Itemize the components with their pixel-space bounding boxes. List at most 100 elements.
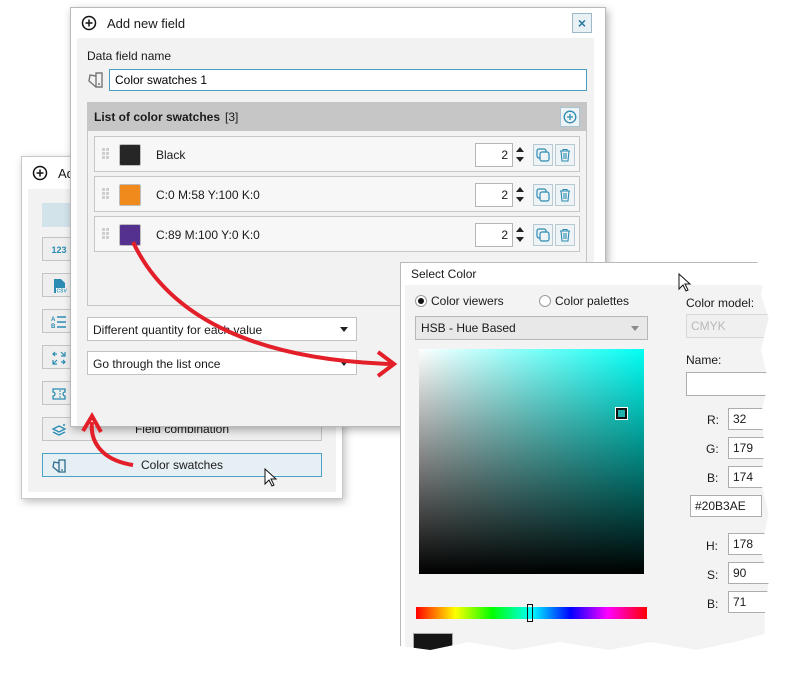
csv-file-icon: CSV bbox=[51, 278, 67, 294]
mouse-cursor-icon bbox=[678, 273, 692, 292]
stepper-down-icon[interactable] bbox=[516, 157, 524, 162]
drag-handle-icon[interactable] bbox=[102, 148, 110, 160]
iteration-mode-value: Go through the list once bbox=[93, 357, 221, 371]
brightness-input[interactable]: 71 bbox=[728, 591, 769, 613]
delete-button[interactable] bbox=[555, 144, 575, 166]
ticket-icon bbox=[51, 386, 67, 402]
name-label: Name: bbox=[686, 353, 722, 367]
stepper-up-icon[interactable] bbox=[516, 147, 524, 152]
color-palettes-label: Color palettes bbox=[555, 294, 630, 308]
stepper-up-icon[interactable] bbox=[516, 227, 524, 232]
chevron-down-icon bbox=[340, 327, 348, 332]
saturation-input[interactable]: 90 bbox=[728, 562, 769, 584]
stepper-up-icon[interactable] bbox=[516, 187, 524, 192]
list-count: [3] bbox=[225, 110, 239, 124]
swatch-color-chip[interactable] bbox=[119, 144, 141, 166]
duplicate-icon bbox=[536, 148, 550, 162]
add-circle-icon bbox=[32, 165, 48, 181]
duplicate-button[interactable] bbox=[533, 144, 553, 166]
swatch-color-chip[interactable] bbox=[119, 184, 141, 206]
s-label: S: bbox=[707, 568, 719, 582]
color-swatch-list-header: List of color swatches [3] bbox=[88, 103, 586, 131]
add-new-field-title: Add new field bbox=[107, 15, 186, 31]
delete-button[interactable] bbox=[555, 224, 575, 246]
list-ab-icon: AB bbox=[51, 314, 67, 330]
hue-slider-handle[interactable] bbox=[527, 604, 534, 622]
trash-icon bbox=[560, 188, 570, 202]
radio-unselected-icon bbox=[539, 295, 551, 307]
swatch-label: Black bbox=[156, 148, 186, 162]
swatch-color-chip[interactable] bbox=[119, 224, 141, 246]
iteration-mode-select[interactable]: Go through the list once bbox=[87, 351, 357, 375]
previous-color-swatch bbox=[414, 634, 452, 650]
quantity-stepper[interactable] bbox=[514, 143, 526, 167]
duplicate-button[interactable] bbox=[533, 224, 553, 246]
data-field-name-input[interactable] bbox=[109, 69, 587, 91]
stepper-down-icon[interactable] bbox=[516, 197, 524, 202]
add-circle-icon bbox=[81, 15, 97, 31]
add-new-field-titlebar: Add new field bbox=[71, 8, 605, 38]
drag-handle-icon[interactable] bbox=[102, 228, 110, 240]
close-icon: × bbox=[577, 15, 587, 31]
red-input[interactable]: 32 bbox=[728, 408, 769, 430]
quantity-stepper[interactable] bbox=[514, 183, 526, 207]
add-circle-icon bbox=[563, 110, 577, 124]
blue-input[interactable]: 174 bbox=[728, 466, 769, 488]
mouse-cursor-icon bbox=[264, 468, 278, 487]
color-palettes-radio[interactable]: Color palettes bbox=[539, 294, 629, 308]
add-swatch-button[interactable] bbox=[560, 107, 580, 127]
stepper-down-icon[interactable] bbox=[516, 237, 524, 242]
color-name-input[interactable] bbox=[686, 372, 769, 396]
swap-colors-icon[interactable] bbox=[461, 641, 481, 661]
color-viewers-label: Color viewers bbox=[431, 294, 504, 308]
color-model-select[interactable]: CMYK bbox=[686, 314, 769, 338]
swatch-row: C:0 M:58 Y:100 K:0 2 bbox=[94, 176, 580, 212]
new-color-swatch bbox=[414, 653, 452, 672]
trash-icon bbox=[560, 148, 570, 162]
color-viewer-select[interactable]: HSB - Hue Based bbox=[415, 316, 648, 340]
quantity-stepper[interactable] bbox=[514, 223, 526, 247]
swatch-label: C:89 M:100 Y:0 K:0 bbox=[156, 228, 260, 242]
duplicate-icon bbox=[536, 228, 550, 242]
hue-slider[interactable] bbox=[416, 604, 647, 622]
chevron-down-icon bbox=[340, 361, 348, 366]
counter-123-icon: 123 bbox=[51, 245, 67, 255]
quantity-mode-value: Different quantity for each value bbox=[93, 323, 263, 337]
quantity-input[interactable]: 2 bbox=[475, 143, 513, 167]
trash-icon bbox=[560, 228, 570, 242]
hex-input[interactable]: #20B3AE bbox=[690, 495, 762, 517]
color-swatch-icon bbox=[51, 458, 67, 474]
color-model-label: Color model: bbox=[686, 296, 755, 310]
quantity-input[interactable]: 2 bbox=[475, 223, 513, 247]
color-viewers-radio[interactable]: Color viewers bbox=[415, 294, 504, 308]
hue-input[interactable]: 178 bbox=[728, 533, 769, 555]
select-color-title: Select Color bbox=[411, 267, 477, 281]
svg-text:B: B bbox=[51, 324, 56, 330]
duplicate-button[interactable] bbox=[533, 184, 553, 206]
color-picker-handle[interactable] bbox=[614, 407, 628, 421]
duplicate-icon bbox=[536, 188, 550, 202]
b-label: B: bbox=[707, 471, 719, 485]
color-preview bbox=[413, 633, 453, 672]
swatch-row: Black 2 bbox=[94, 136, 580, 172]
chevron-down-icon bbox=[631, 326, 639, 331]
saturation-brightness-field[interactable] bbox=[419, 349, 644, 574]
delete-button[interactable] bbox=[555, 184, 575, 206]
svg-text:CSV: CSV bbox=[57, 288, 68, 294]
arrows-shuffle-icon bbox=[51, 350, 67, 366]
svg-text:A: A bbox=[51, 317, 56, 323]
quantity-mode-select[interactable]: Different quantity for each value bbox=[87, 317, 357, 341]
eyedropper-icon[interactable] bbox=[629, 641, 649, 661]
field-type-color-swatches[interactable]: Color swatches bbox=[42, 453, 322, 477]
layers-icon bbox=[51, 422, 67, 438]
drag-handle-icon[interactable] bbox=[102, 188, 110, 200]
r-label: R: bbox=[707, 413, 719, 427]
h-label: H: bbox=[706, 539, 718, 553]
green-input[interactable]: 179 bbox=[728, 437, 769, 459]
radio-selected-icon bbox=[415, 295, 427, 307]
close-button[interactable]: × bbox=[572, 13, 592, 33]
color-viewer-value: HSB - Hue Based bbox=[421, 321, 516, 335]
data-field-name-label: Data field name bbox=[87, 49, 172, 63]
quantity-input[interactable]: 2 bbox=[475, 183, 513, 207]
field-type-color-swatches-label: Color swatches bbox=[140, 458, 224, 472]
